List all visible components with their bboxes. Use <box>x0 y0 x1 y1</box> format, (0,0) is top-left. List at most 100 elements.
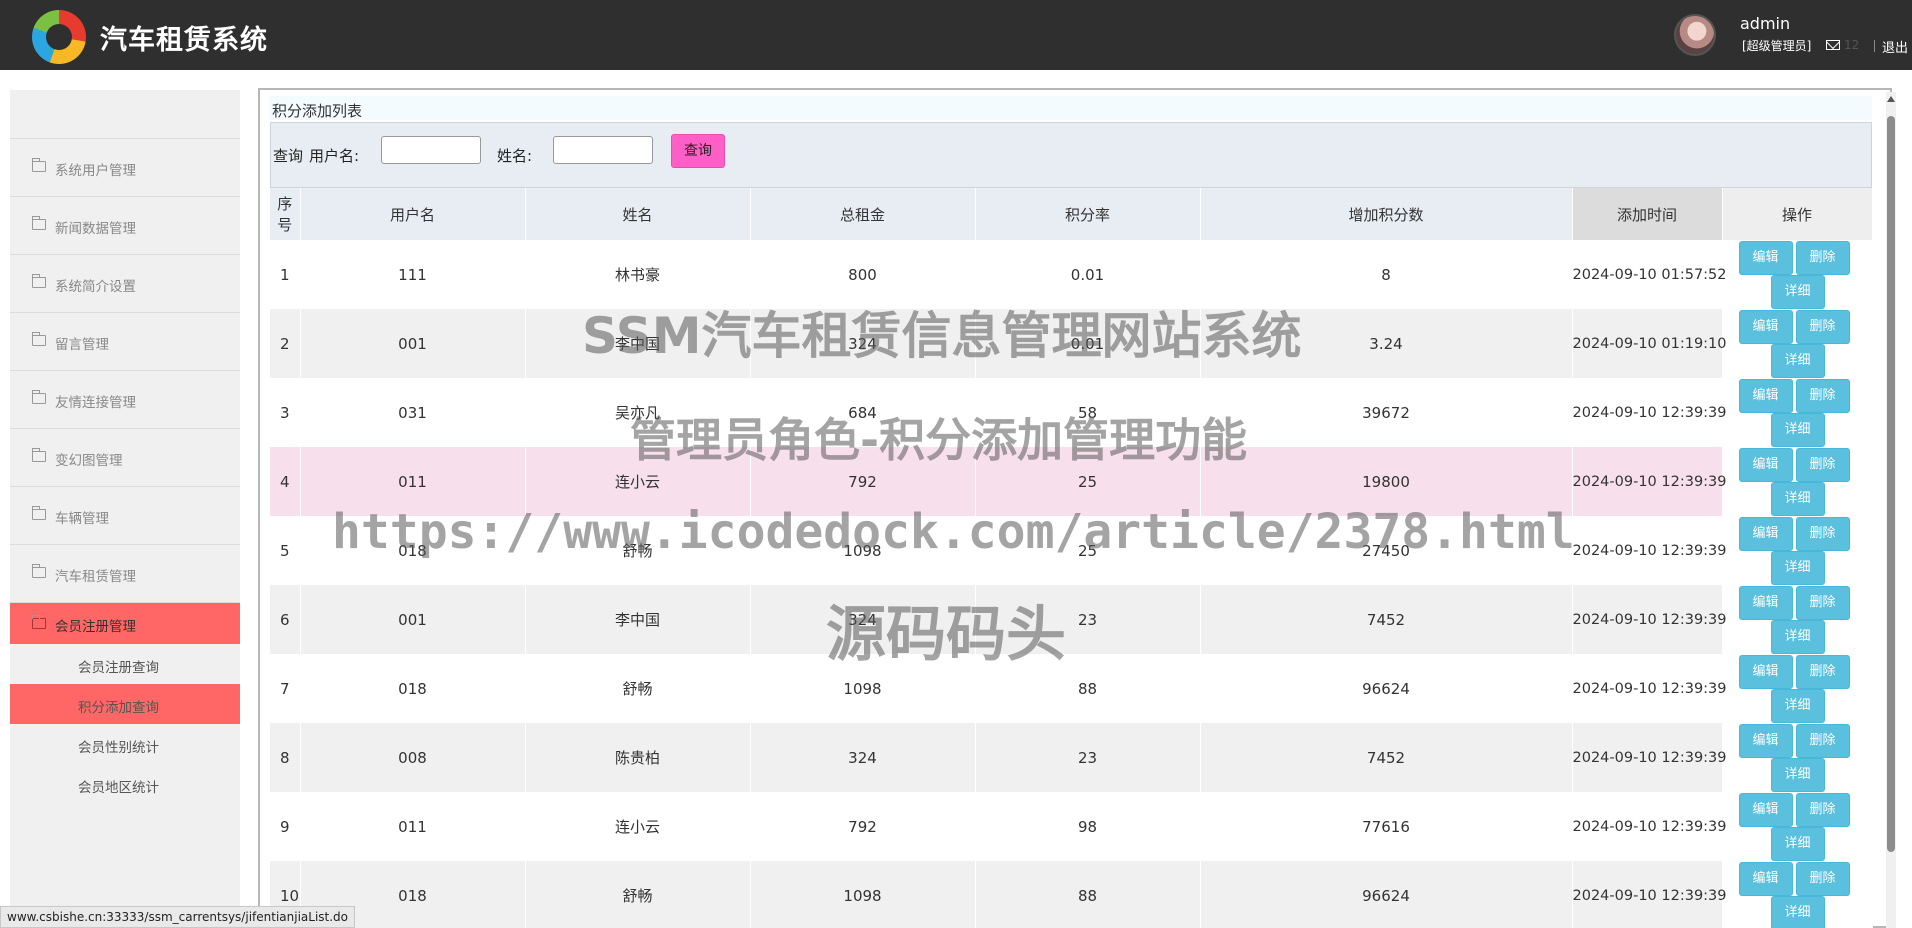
col-header-index: 序号 <box>270 188 301 240</box>
logout-link[interactable]: 退出 <box>1872 37 1908 56</box>
sidebar-item-label: 系统用户管理 <box>55 163 136 179</box>
panel-title-bar <box>270 96 1872 120</box>
cell-operations: 编辑 删除 详细 <box>1722 723 1873 792</box>
logout-label[interactable]: 退出 <box>1882 41 1908 56</box>
cell-username: 031 <box>300 378 526 447</box>
col-header-ops: 操作 <box>1722 188 1873 240</box>
cell-username: 111 <box>300 240 526 309</box>
scrollbar[interactable] <box>1886 92 1896 928</box>
cell-operations: 编辑 删除 详细 <box>1722 309 1873 378</box>
cell-index: 6 <box>270 585 301 654</box>
delete-button[interactable]: 删除 <box>1795 793 1850 827</box>
scroll-up-icon[interactable] <box>1887 96 1895 102</box>
sidebar-item-news[interactable]: 新闻数据管理 <box>10 196 240 254</box>
submenu-gender-stats[interactable]: 会员性别统计 <box>10 724 240 764</box>
sidebar-item-system-users[interactable]: 系统用户管理 <box>10 138 240 196</box>
edit-button[interactable]: 编辑 <box>1738 862 1793 896</box>
cell-username: 011 <box>300 792 526 861</box>
edit-button[interactable]: 编辑 <box>1738 655 1793 689</box>
folder-icon <box>32 332 46 346</box>
cell-time: 2024-09-10 01:19:10 <box>1572 309 1727 378</box>
delete-button[interactable]: 删除 <box>1795 379 1850 413</box>
cell-points: 96624 <box>1200 654 1573 723</box>
cell-rent: 1098 <box>750 861 976 928</box>
folder-icon <box>32 158 46 172</box>
sidebar-item-members[interactable]: 会员注册管理 <box>10 602 240 644</box>
detail-button[interactable]: 详细 <box>1770 896 1825 928</box>
sidebar-item-vehicles[interactable]: 车辆管理 <box>10 486 240 544</box>
submenu-label: 会员注册查询 <box>78 660 159 676</box>
sidebar-item-links[interactable]: 友情连接管理 <box>10 370 240 428</box>
detail-button[interactable]: 详细 <box>1770 275 1825 309</box>
panel-title: 积分添加列表 <box>272 102 363 120</box>
col-header-username: 用户名 <box>300 188 526 240</box>
delete-button[interactable]: 删除 <box>1795 724 1850 758</box>
cell-time: 2024-09-10 12:39:39 <box>1572 792 1727 861</box>
cell-operations: 编辑 删除 详细 <box>1722 447 1873 516</box>
cell-username: 001 <box>300 585 526 654</box>
cell-rate: 23 <box>975 723 1201 792</box>
delete-button[interactable]: 删除 <box>1795 655 1850 689</box>
name-label: 姓名: <box>497 147 533 165</box>
col-header-name: 姓名 <box>525 188 751 240</box>
user-name: admin <box>1740 14 1791 33</box>
detail-button[interactable]: 详细 <box>1770 689 1825 723</box>
sidebar-item-intro[interactable]: 系统简介设置 <box>10 254 240 312</box>
folder-icon <box>32 564 46 578</box>
cell-index: 5 <box>270 516 301 585</box>
sidebar-item-messages[interactable]: 留言管理 <box>10 312 240 370</box>
edit-button[interactable]: 编辑 <box>1738 379 1793 413</box>
scrollbar-thumb[interactable] <box>1887 116 1895 852</box>
folder-icon <box>32 390 46 404</box>
username-label: 用户名: <box>309 147 360 165</box>
watermark-brand: 源码码头 <box>826 600 1066 670</box>
search-bar: 查询 用户名: 姓名: 查询 <box>270 122 1872 188</box>
search-query-label: 查询 <box>273 147 304 165</box>
username-input[interactable] <box>381 136 481 164</box>
delete-button[interactable]: 删除 <box>1795 310 1850 344</box>
detail-button[interactable]: 详细 <box>1770 620 1825 654</box>
mail-icon[interactable] <box>1826 40 1840 50</box>
delete-button[interactable]: 删除 <box>1795 586 1850 620</box>
edit-button[interactable]: 编辑 <box>1738 241 1793 275</box>
sidebar-item-label: 汽车租赁管理 <box>55 569 136 585</box>
delete-button[interactable]: 删除 <box>1795 448 1850 482</box>
detail-button[interactable]: 详细 <box>1770 758 1825 792</box>
sidebar-item-label: 变幻图管理 <box>55 453 123 469</box>
watermark-subtitle: 管理员角色-积分添加管理功能 <box>630 413 1248 467</box>
edit-button[interactable]: 编辑 <box>1738 586 1793 620</box>
search-button[interactable]: 查询 <box>671 134 725 168</box>
edit-button[interactable]: 编辑 <box>1738 448 1793 482</box>
cell-rate: 88 <box>975 861 1201 928</box>
sidebar-item-label: 留言管理 <box>55 337 109 353</box>
submenu-member-query[interactable]: 会员注册查询 <box>10 644 240 684</box>
edit-button[interactable]: 编辑 <box>1738 310 1793 344</box>
submenu-label: 会员地区统计 <box>78 780 159 796</box>
submenu-region-stats[interactable]: 会员地区统计 <box>10 764 240 804</box>
cell-index: 3 <box>270 378 301 447</box>
user-avatar[interactable] <box>1674 14 1716 56</box>
sidebar-item-label: 新闻数据管理 <box>55 221 136 237</box>
cell-operations: 编辑 删除 详细 <box>1722 654 1873 723</box>
cell-name: 陈贵柏 <box>525 723 751 792</box>
sidebar-item-label: 车辆管理 <box>55 511 109 527</box>
edit-button[interactable]: 编辑 <box>1738 724 1793 758</box>
submenu-label: 积分添加查询 <box>78 700 159 716</box>
submenu-points-query[interactable]: 积分添加查询 <box>10 684 240 724</box>
cell-index: 8 <box>270 723 301 792</box>
detail-button[interactable]: 详细 <box>1770 551 1825 585</box>
folder-icon <box>32 274 46 288</box>
sidebar-item-rentals[interactable]: 汽车租赁管理 <box>10 544 240 602</box>
edit-button[interactable]: 编辑 <box>1738 517 1793 551</box>
delete-button[interactable]: 删除 <box>1795 241 1850 275</box>
sidebar: 系统用户管理 新闻数据管理 系统简介设置 留言管理 友情连接管理 变幻图管理 车… <box>10 90 240 928</box>
detail-button[interactable]: 详细 <box>1770 827 1825 861</box>
delete-button[interactable]: 删除 <box>1795 517 1850 551</box>
edit-button[interactable]: 编辑 <box>1738 793 1793 827</box>
sidebar-item-carousel[interactable]: 变幻图管理 <box>10 428 240 486</box>
detail-button[interactable]: 详细 <box>1770 482 1825 516</box>
delete-button[interactable]: 删除 <box>1795 862 1850 896</box>
detail-button[interactable]: 详细 <box>1770 413 1825 447</box>
detail-button[interactable]: 详细 <box>1770 344 1825 378</box>
name-input[interactable] <box>553 136 653 164</box>
